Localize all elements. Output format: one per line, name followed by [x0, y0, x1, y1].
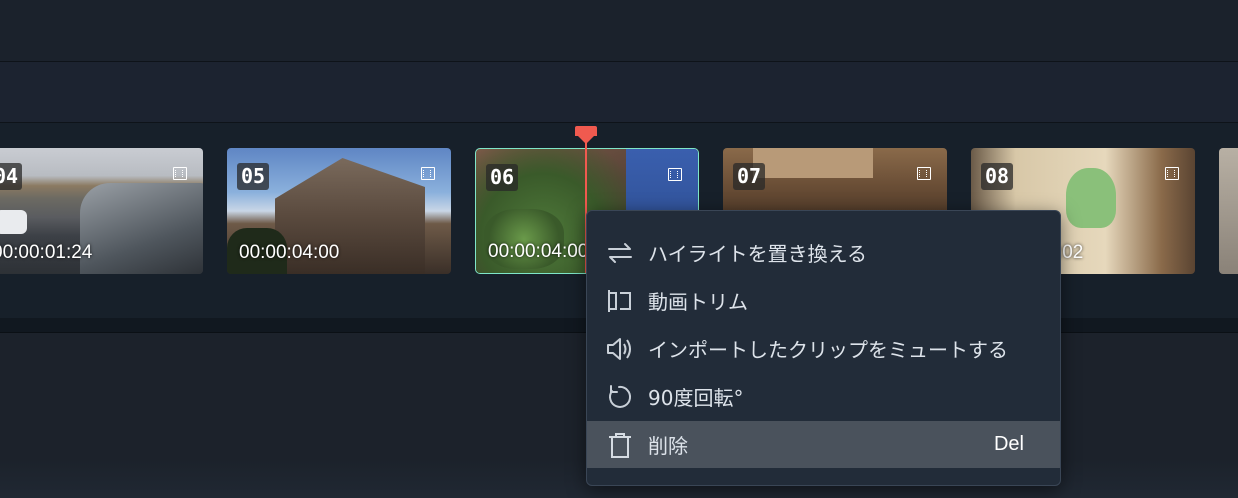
menu-item-rotate-90[interactable]: 90度回転° — [587, 373, 1060, 420]
menu-item-delete[interactable]: 削除 Del — [587, 421, 1060, 468]
trim-icon — [608, 290, 631, 312]
clip-number: 04 — [0, 163, 23, 190]
top-toolbar-area — [0, 0, 1238, 62]
clip-duration: 00:00:04:00 — [488, 241, 589, 262]
menu-item-mute-imported[interactable]: インポートしたクリップをミュートする — [587, 325, 1060, 372]
clip-thumbnail — [1219, 148, 1238, 274]
film-icon — [173, 167, 187, 180]
film-icon — [668, 168, 682, 181]
menu-item-label: 90度回転° — [648, 386, 744, 410]
playhead-handle[interactable] — [575, 126, 597, 144]
menu-item-trim[interactable]: 動画トリム — [587, 277, 1060, 324]
clip-number: 07 — [733, 163, 766, 190]
swap-arrows-icon — [608, 243, 632, 263]
clip-duration: 00:00:04:00 — [239, 242, 340, 263]
clip-number: 05 — [237, 163, 270, 190]
timeline-clip[interactable]: 04 00:00:01:24 — [0, 148, 203, 274]
rotate-icon — [609, 385, 631, 408]
timeline-clip[interactable]: 05 00:00:04:00 — [227, 148, 451, 274]
film-icon — [421, 167, 435, 180]
shortcut-label: Del — [993, 433, 1024, 455]
film-icon — [1165, 167, 1179, 180]
context-menu: ハイライトを置き換える 動画トリム インポートしたクリップをミュートする 90度… — [586, 210, 1061, 486]
secondary-toolbar-area — [0, 62, 1238, 123]
speaker-icon — [607, 338, 631, 360]
clip-number: 08 — [981, 163, 1014, 190]
menu-item-label: ハイライトを置き換える — [648, 242, 867, 266]
timeline-clip[interactable] — [1219, 148, 1238, 274]
menu-item-label: 削除 — [648, 434, 688, 458]
menu-item-replace-highlight[interactable]: ハイライトを置き換える — [587, 229, 1060, 276]
film-icon — [917, 167, 931, 180]
clip-number: 06 — [486, 164, 519, 191]
menu-item-label: 動画トリム — [648, 290, 748, 314]
trash-icon — [609, 433, 631, 458]
menu-item-label: インポートしたクリップをミュートする — [648, 338, 1008, 362]
clip-duration: 00:00:01:24 — [0, 242, 93, 263]
